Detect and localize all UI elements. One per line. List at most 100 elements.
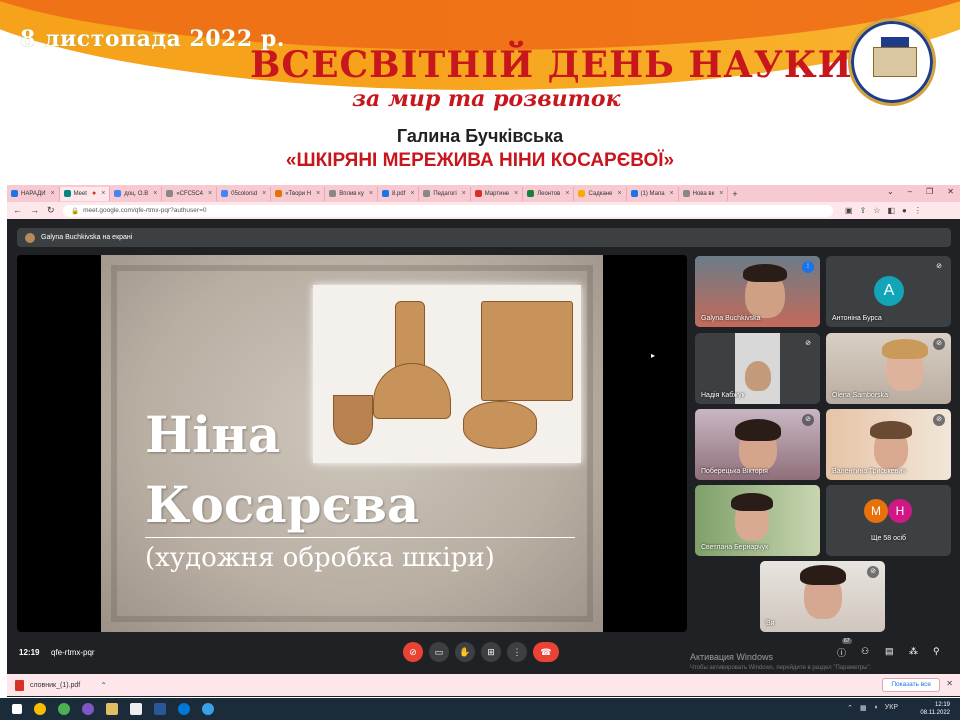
raise-hand-button[interactable]: ✋ bbox=[455, 642, 475, 662]
close-icon[interactable]: × bbox=[565, 190, 569, 197]
participant-tile[interactable]: ⊘ Валентина Гриськевич bbox=[826, 409, 951, 480]
document-icon[interactable] bbox=[130, 703, 142, 715]
tab-meet[interactable]: Meet ● × bbox=[59, 186, 111, 201]
share-icon[interactable]: ⇪ bbox=[860, 206, 867, 215]
telegram-icon[interactable] bbox=[202, 703, 214, 715]
activities-icon[interactable]: ⁂ bbox=[909, 646, 918, 657]
participant-name: Galyna Buchkivska bbox=[701, 315, 761, 322]
close-icon[interactable]: × bbox=[670, 190, 674, 197]
chrome-icon[interactable] bbox=[34, 703, 46, 715]
clock[interactable]: 12:19 08.11.2022 bbox=[920, 701, 950, 717]
host-controls-icon[interactable]: ⚲ bbox=[933, 646, 940, 657]
close-icon[interactable]: × bbox=[153, 190, 157, 197]
more-options-button[interactable]: ⋮ bbox=[507, 642, 527, 662]
camera-icon[interactable]: ▣ bbox=[845, 206, 853, 215]
close-icon[interactable]: × bbox=[316, 190, 320, 197]
back-icon[interactable]: ← bbox=[13, 205, 22, 216]
university-logo bbox=[848, 18, 936, 106]
close-icon[interactable]: × bbox=[208, 190, 212, 197]
favicon-icon bbox=[381, 190, 389, 197]
close-icon[interactable]: × bbox=[462, 190, 466, 197]
menu-icon[interactable]: ⋮ bbox=[914, 206, 922, 215]
show-all-button[interactable]: Показать все bbox=[882, 678, 940, 692]
present-button[interactable]: ⊞ bbox=[481, 642, 501, 662]
chevron-up-icon[interactable]: ⌃ bbox=[100, 681, 107, 690]
tab[interactable]: «СFС5С4 × bbox=[162, 186, 218, 201]
tab[interactable]: Педагогі × bbox=[419, 186, 471, 201]
mic-off-button[interactable]: ⊘ bbox=[403, 642, 423, 662]
close-icon[interactable]: × bbox=[51, 190, 55, 197]
tab[interactable]: «Твори Н × bbox=[271, 186, 326, 201]
event-date: 8 листопада 2022 р. bbox=[20, 26, 285, 52]
new-tab-button[interactable]: + bbox=[728, 187, 741, 201]
participant-tile[interactable]: A ⊘ Антоніна Бурса bbox=[826, 256, 951, 327]
meet-icon bbox=[63, 190, 71, 197]
edge-icon[interactable] bbox=[178, 703, 190, 715]
chat-icon[interactable]: ▤ bbox=[885, 646, 894, 657]
tab[interactable]: (1) Мапа × bbox=[627, 186, 679, 201]
chevron-down-icon[interactable]: ⌄ bbox=[887, 187, 894, 196]
profile-icon[interactable]: ● bbox=[902, 206, 907, 215]
close-icon[interactable]: × bbox=[369, 190, 373, 197]
folder-icon[interactable] bbox=[106, 703, 118, 715]
tab[interactable]: 05colorsd × bbox=[217, 186, 272, 201]
reload-icon[interactable]: ↻ bbox=[47, 205, 55, 216]
tab[interactable]: Леонтов × bbox=[523, 186, 575, 201]
forward-icon[interactable]: → bbox=[30, 205, 39, 216]
language-indicator[interactable]: УКР bbox=[885, 704, 898, 712]
lock-icon: 🔒 bbox=[71, 207, 80, 215]
maximize-icon[interactable]: ❐ bbox=[926, 187, 933, 196]
sidebar-icon[interactable]: ◧ bbox=[887, 206, 895, 215]
participant-tile[interactable]: ⁞ Galyna Buchkivska bbox=[695, 256, 820, 327]
people-icon[interactable]: ⚇ bbox=[861, 646, 869, 657]
star-icon[interactable]: ☆ bbox=[873, 206, 880, 215]
app-icon[interactable] bbox=[82, 703, 94, 715]
tab-label: «Твори Н bbox=[285, 190, 312, 197]
favicon-icon bbox=[166, 190, 174, 197]
close-icon[interactable]: × bbox=[410, 190, 414, 197]
participant-tile[interactable]: ⊘ Надія Кабжук bbox=[695, 333, 820, 404]
participant-tile[interactable]: ⊘ Olena Samborska bbox=[826, 333, 951, 404]
close-icon[interactable]: ✕ bbox=[946, 679, 953, 688]
close-icon[interactable]: × bbox=[514, 190, 518, 197]
windows-start-icon[interactable] bbox=[12, 704, 22, 714]
participant-name: Надія Кабжук bbox=[701, 392, 745, 399]
favicon-icon bbox=[275, 190, 283, 197]
slide-title-line2: Косарєва bbox=[145, 475, 420, 534]
info-icon[interactable]: ⓘ bbox=[837, 646, 846, 659]
volume-icon[interactable]: ◖ bbox=[874, 704, 878, 712]
word-icon[interactable] bbox=[154, 703, 166, 715]
participant-tile[interactable]: ⊘ Поберецька Вікторія bbox=[695, 409, 820, 480]
window-controls: ⌄ – ❐ ✕ bbox=[887, 187, 954, 196]
favicon-icon bbox=[221, 190, 229, 197]
people-count-badge: 67 bbox=[842, 638, 852, 644]
minimize-icon[interactable]: – bbox=[908, 187, 912, 196]
tab[interactable]: Мартине × bbox=[471, 186, 524, 201]
close-icon[interactable]: × bbox=[101, 190, 105, 197]
logo-building bbox=[873, 47, 917, 77]
close-icon[interactable]: × bbox=[719, 190, 723, 197]
tab[interactable]: 8.pdf × bbox=[378, 186, 420, 201]
participant-tile[interactable]: Светлана Бернарчук bbox=[695, 485, 820, 556]
tab[interactable]: НАРАДИ × bbox=[7, 186, 60, 201]
close-icon[interactable]: × bbox=[262, 190, 266, 197]
chrome-active-icon[interactable] bbox=[58, 703, 70, 715]
url-input[interactable]: 🔒 meet.google.com/qfe-rtmx-pqr?authuser=… bbox=[63, 204, 833, 217]
download-item[interactable]: словник_(1).pdf ⌃ bbox=[7, 679, 107, 691]
tab-label: Meet bbox=[73, 190, 87, 197]
mic-off-icon: ⊘ bbox=[933, 261, 945, 273]
camera-button[interactable]: ▭ bbox=[429, 642, 449, 662]
tab[interactable]: Вплив ку × bbox=[325, 186, 378, 201]
network-icon[interactable]: ▦ bbox=[860, 704, 867, 712]
chevron-up-icon[interactable]: ⌃ bbox=[847, 704, 853, 712]
tab[interactable]: доц. О.В × bbox=[110, 186, 163, 201]
windows-activation-title: Активация Windows bbox=[690, 652, 773, 662]
presentation-stage[interactable]: Ніна Косарєва (художня обробка шкіри) ▸ bbox=[17, 255, 687, 632]
close-window-icon[interactable]: ✕ bbox=[947, 187, 954, 196]
tab[interactable]: Садкане × bbox=[574, 186, 627, 201]
tab[interactable]: Нова вк × bbox=[679, 186, 729, 201]
participant-tile-more[interactable]: M H Ще 58 осіб bbox=[826, 485, 951, 556]
self-tile[interactable]: ⊘ Ви bbox=[760, 561, 885, 632]
leave-call-button[interactable]: ☎ bbox=[533, 642, 559, 662]
close-icon[interactable]: × bbox=[617, 190, 621, 197]
